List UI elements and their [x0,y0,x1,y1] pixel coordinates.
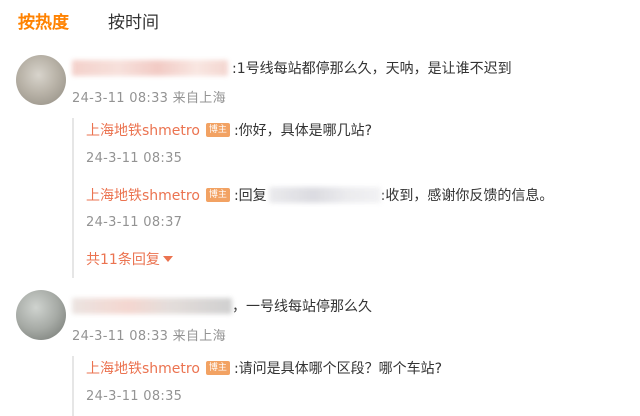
reply-author[interactable]: 上海地铁shmetro [86,185,200,205]
reply-time: 24-3-11 08:35 [86,151,183,166]
reply-item: 上海地铁shmetro 博主 :回复 :收到，感谢你反馈的信息。 [86,185,553,205]
blogger-badge: 博主 [205,123,230,137]
avatar[interactable] [16,290,66,340]
comment-meta: 24-3-11 08:33 来自上海 [72,91,226,106]
reply-time: 24-3-11 08:37 [86,215,183,230]
reply-text: :请问是具体哪个区段？哪个车站? [233,361,443,377]
comment-meta: 24-3-11 08:33 来自上海 [72,329,226,344]
reply-time: 24-3-11 08:35 [86,389,183,404]
reply-text: :收到，感谢你反馈的信息。 [380,188,554,204]
comment-header: :1号线每站都停那么久，天呐，是让谁不迟到 [72,58,512,78]
username-blurred[interactable] [72,60,228,76]
blogger-badge: 博主 [205,188,230,202]
username-blurred[interactable] [72,298,232,314]
avatar[interactable] [16,55,66,105]
tab-by-time[interactable]: 按时间 [108,8,159,33]
caret-down-icon [162,256,173,262]
reply-to-username-blurred[interactable] [268,187,381,203]
tab-by-popularity[interactable]: 按热度 [18,8,69,33]
reply-prefix: :回复 [233,188,267,204]
reply-text: :你好，具体是哪几站? [233,123,373,139]
reply-item: 上海地铁shmetro 博主 :你好，具体是哪几站? [86,120,372,140]
reply-divider [72,356,74,416]
comment-text: ，一号线每站停那么久 [232,299,372,315]
blogger-badge: 博主 [205,361,230,375]
reply-divider [72,118,74,278]
more-replies-label[interactable]: 共11条回复 [86,249,160,269]
comment-text: :1号线每站都停那么久，天呐，是让谁不迟到 [232,61,512,77]
reply-item: 上海地铁shmetro 博主 :请问是具体哪个区段？哪个车站? [86,358,442,378]
comment-header: ，一号线每站停那么久 [72,296,372,316]
more-replies-link[interactable]: 共11条回复 [86,249,173,269]
reply-author[interactable]: 上海地铁shmetro [86,358,200,378]
reply-author[interactable]: 上海地铁shmetro [86,120,200,140]
